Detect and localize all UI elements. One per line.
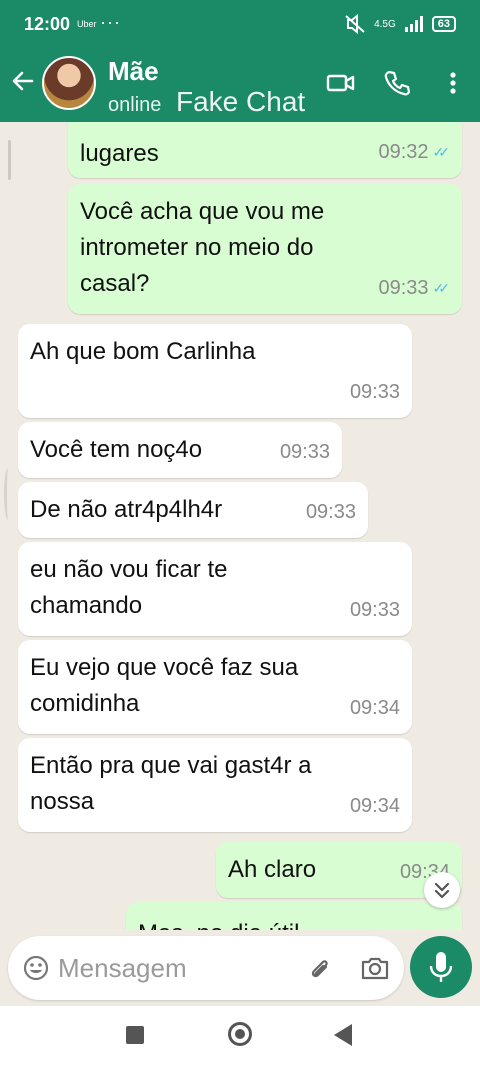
message-bubble-outgoing[interactable]: Mas, no dia útil <box>126 902 462 930</box>
recents-button[interactable] <box>126 1026 144 1044</box>
message-text: Então pra que vai gast4r a nossa <box>30 752 312 815</box>
emoji-icon[interactable] <box>22 954 50 982</box>
swipe-indicator <box>4 468 12 520</box>
phone-icon[interactable] <box>382 68 412 98</box>
signal-icon <box>404 16 423 32</box>
scroll-down-icon <box>434 882 450 899</box>
system-nav-bar <box>0 1006 480 1066</box>
message-time: 09:34 <box>349 795 400 817</box>
scroll-down-button[interactable] <box>424 872 460 908</box>
camera-icon[interactable] <box>360 954 390 982</box>
mic-button[interactable] <box>410 936 472 998</box>
message-text: Eu vejo que você faz sua comidinha <box>30 654 299 717</box>
top-bar: 12:00 Uber ··· 4.5G 63 Mãe online Fake C… <box>0 0 480 122</box>
back-arrow-icon[interactable] <box>10 68 36 94</box>
message-time: 09:32 <box>378 141 429 163</box>
mic-icon <box>429 952 453 982</box>
chat-messages[interactable]: lugares 09:32 ✓✓ Você acha que vou me int… <box>0 122 480 930</box>
status-bar: 12:00 Uber ··· 4.5G 63 <box>0 0 480 50</box>
message-bubble-incoming[interactable]: Ah que bom Carlinha 09:33 <box>18 324 412 418</box>
mute-icon <box>345 14 365 34</box>
message-time: 09:33 <box>349 599 400 621</box>
watermark: Fake Chat <box>176 86 306 117</box>
chat-header: Mãe online Fake Chat <box>0 50 480 122</box>
message-bubble-incoming[interactable]: De não atr4p4lh4r 09:33 <box>18 482 368 538</box>
contact-status: online <box>108 94 162 116</box>
status-notification-dots: ··· <box>100 12 121 32</box>
message-bubble-outgoing[interactable]: lugares 09:32 ✓✓ <box>68 122 462 178</box>
message-time: 09:34 <box>349 697 400 719</box>
attach-icon[interactable] <box>306 954 334 982</box>
message-bubble-incoming[interactable]: Eu vejo que você faz sua comidinha 09:34 <box>18 640 412 734</box>
message-text: Você acha que vou me intrometer no meio … <box>80 198 325 297</box>
status-time: 12:00 <box>24 14 71 34</box>
message-bubble-incoming[interactable]: eu não vou ficar te chamando 09:33 <box>18 542 412 636</box>
home-button[interactable] <box>228 1022 252 1046</box>
contact-avatar[interactable] <box>42 56 96 110</box>
message-bubble-incoming[interactable]: Você tem noç4o 09:33 <box>18 422 342 478</box>
read-ticks-icon: ✓✓ <box>432 144 451 160</box>
network-type: 4.5G <box>374 18 396 30</box>
message-time: 09:33 <box>279 441 330 463</box>
battery-level: 63 <box>431 16 456 32</box>
message-text: Ah que bom Carlinha <box>30 338 256 365</box>
message-meta: 09:33 ✓✓ <box>378 270 450 306</box>
message-text: eu não vou ficar te chamando <box>30 556 228 619</box>
message-text: Mas, no dia útil <box>138 912 450 930</box>
more-vert-icon[interactable] <box>438 68 468 98</box>
video-call-icon[interactable] <box>326 68 356 98</box>
scrollbar-thumb[interactable] <box>8 140 11 180</box>
message-time: 09:33 <box>305 501 356 523</box>
message-input[interactable] <box>58 948 298 988</box>
message-bubble-outgoing[interactable]: Você acha que vou me intrometer no meio … <box>68 184 462 314</box>
status-right: 4.5G 63 <box>344 14 456 34</box>
nav-back-button[interactable] <box>334 1024 352 1046</box>
message-time: 09:33 <box>378 277 429 299</box>
read-ticks-icon: ✓✓ <box>432 280 451 296</box>
message-time: 09:33 <box>349 381 400 403</box>
message-composer <box>8 936 404 1000</box>
status-carrier: Uber <box>77 19 97 29</box>
contact-name[interactable]: Mãe <box>108 56 159 87</box>
message-bubble-incoming[interactable]: Então pra que vai gast4r a nossa 09:34 <box>18 738 412 832</box>
message-meta: 09:32 ✓✓ <box>378 134 450 170</box>
